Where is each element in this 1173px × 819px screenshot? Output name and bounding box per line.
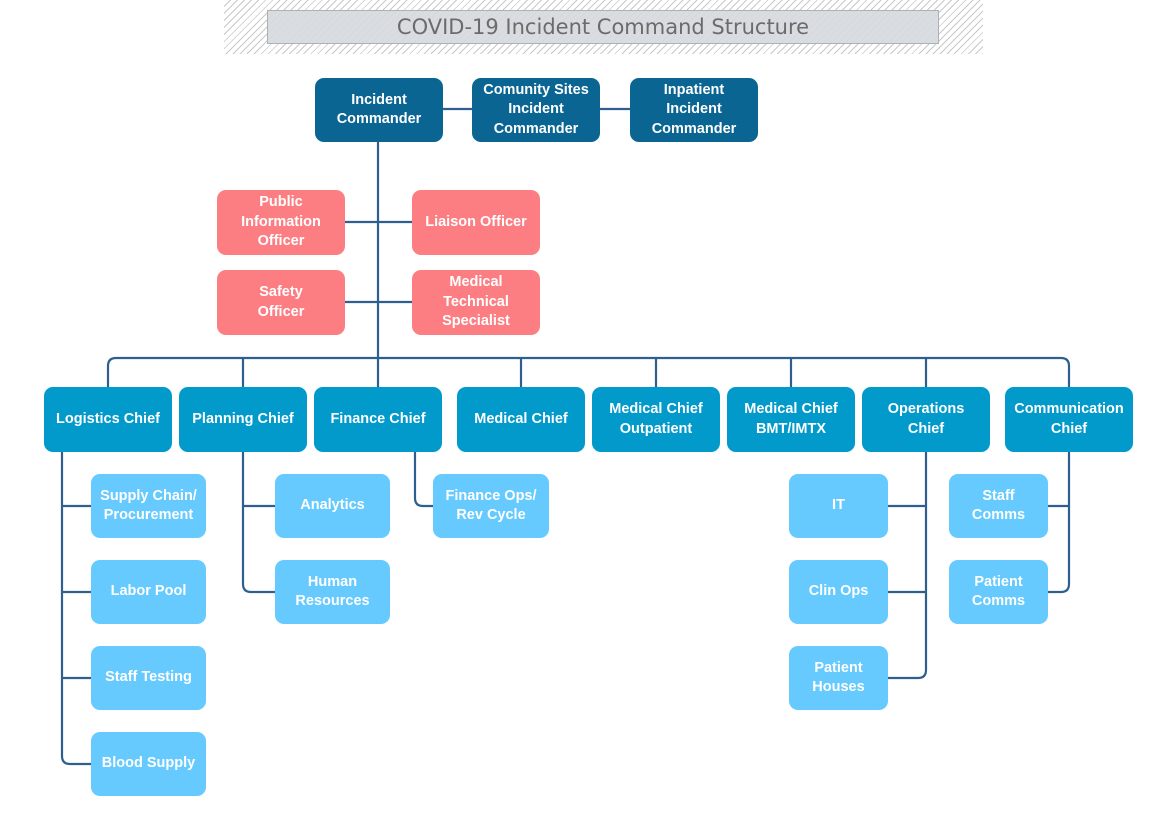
unit-clin-ops[interactable]: Clin Ops <box>789 560 888 624</box>
unit-blood-supply[interactable]: Blood Supply <box>91 732 206 796</box>
chief-communication[interactable]: Communication Chief <box>1005 387 1133 452</box>
chief-label: Medical Chief Outpatient <box>609 401 703 437</box>
unit-label: Blood Supply <box>101 755 196 772</box>
unit-analytics[interactable]: Analytics <box>275 474 390 538</box>
chief-logistics[interactable]: Logistics Chief <box>44 387 172 452</box>
unit-label: Clin Ops <box>808 583 869 600</box>
unit-label: IT <box>832 497 845 514</box>
unit-label: Supply Chain/ Procurement <box>100 487 197 524</box>
unit-patient-comms[interactable]: Patient Comms <box>949 560 1048 624</box>
unit-label: Staff Comms <box>971 487 1026 524</box>
unit-supply-chain[interactable]: Supply Chain/ Procurement <box>91 474 206 538</box>
connector-chief-bus <box>106 356 1071 388</box>
connector-finance-subtree <box>413 451 434 508</box>
unit-labor-pool[interactable]: Labor Pool <box>91 560 206 624</box>
unit-finance-ops[interactable]: Finance Ops/ Rev Cycle <box>433 474 549 538</box>
connector-logistics-subtree <box>60 451 92 766</box>
unit-label: Finance Ops/ Rev Cycle <box>445 487 537 524</box>
unit-staff-testing[interactable]: Staff Testing <box>91 646 206 710</box>
unit-label: Staff Testing <box>105 669 192 686</box>
chief-label: Finance Chief <box>330 410 426 427</box>
safety-officer-box[interactable]: Safety Officer <box>217 270 345 335</box>
unit-label: Patient Houses <box>812 659 865 696</box>
chief-label: Medical Chief BMT/IMTX <box>744 401 838 437</box>
unit-label: Human Resources <box>295 573 370 610</box>
community-sites-commander-box[interactable]: Comunity Sites Incident Commander <box>472 78 600 142</box>
community-sites-commander-label: Comunity Sites Incident Commander <box>483 81 589 137</box>
medical-technical-specialist-box[interactable]: Medical Technical Specialist <box>412 270 540 335</box>
chief-label: Planning Chief <box>192 410 294 427</box>
chief-medical-outpatient[interactable]: Medical Chief Outpatient <box>592 387 720 452</box>
public-information-officer-box[interactable]: Public Information Officer <box>217 190 345 255</box>
chief-planning[interactable]: Planning Chief <box>179 387 307 452</box>
unit-patient-houses[interactable]: Patient Houses <box>789 646 888 710</box>
chief-label: Medical Chief <box>474 410 568 427</box>
chief-operations[interactable]: Operations Chief <box>862 387 990 452</box>
inpatient-commander-label: Inpatient Incident Commander <box>651 81 737 137</box>
unit-label: Patient Comms <box>971 573 1026 610</box>
chief-finance[interactable]: Finance Chief <box>314 387 442 452</box>
liaison-officer-box[interactable]: Liaison Officer <box>412 190 540 255</box>
chief-label: Operations Chief <box>887 401 965 437</box>
incident-commander-label: Incident Commander <box>336 91 422 128</box>
medical-technical-specialist-label: Medical Technical Specialist <box>442 274 510 330</box>
connector-planning-subtree <box>241 451 276 594</box>
connector-communication-subtree <box>1047 451 1071 594</box>
chief-medical-bmt-imtx[interactable]: Medical Chief BMT/IMTX <box>727 387 855 452</box>
public-information-officer-label: Public Information Officer <box>241 194 321 250</box>
unit-it[interactable]: IT <box>789 474 888 538</box>
chief-label: Communication Chief <box>1014 401 1124 437</box>
connector-operations-subtree <box>887 451 928 680</box>
unit-human-resources[interactable]: Human Resources <box>275 560 390 624</box>
unit-label: Analytics <box>300 497 365 514</box>
unit-label: Labor Pool <box>110 583 187 600</box>
chief-label: Logistics Chief <box>56 410 160 427</box>
unit-staff-comms[interactable]: Staff Comms <box>949 474 1048 538</box>
inpatient-commander-box[interactable]: Inpatient Incident Commander <box>630 78 758 142</box>
chief-medical[interactable]: Medical Chief <box>457 387 585 452</box>
safety-officer-label: Safety Officer <box>257 284 305 320</box>
incident-commander-box[interactable]: Incident Commander <box>315 78 443 142</box>
liaison-officer-label: Liaison Officer <box>425 213 527 230</box>
